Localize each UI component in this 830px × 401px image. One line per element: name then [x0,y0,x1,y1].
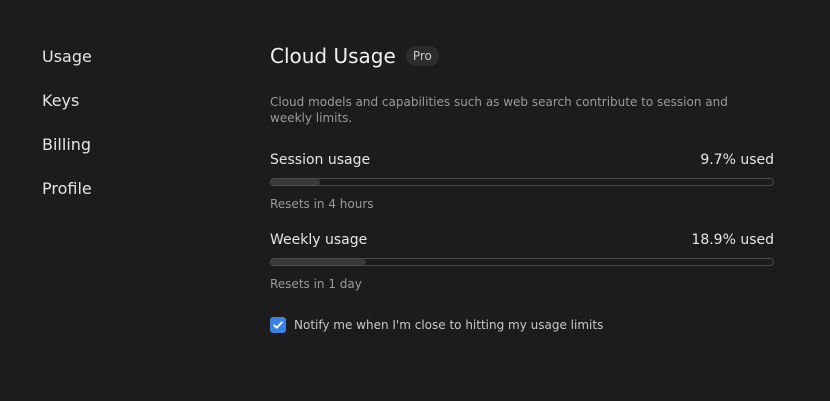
sidebar-item-keys[interactable]: Keys [42,91,79,111]
sidebar-item-usage[interactable]: Usage [42,47,92,67]
weekly-usage-section: Weekly usage 18.9% used Resets in 1 day [270,230,774,291]
session-progress-bar [270,178,774,186]
notify-checkbox[interactable] [270,317,286,333]
weekly-usage-label: Weekly usage [270,232,368,248]
session-usage-section: Session usage 9.7% used Resets in 4 hour… [270,150,774,211]
settings-window: Usage Keys Billing Profile Cloud Usage P… [0,0,830,401]
title-row: Cloud Usage Pro [270,44,439,68]
plan-badge: Pro [405,46,439,66]
weekly-progress-bar [270,258,774,266]
session-usage-label: Session usage [270,152,371,168]
weekly-usage-header: Weekly usage 18.9% used [270,230,774,250]
page-title: Cloud Usage [270,44,396,68]
sidebar: Usage Keys Billing Profile [0,0,230,401]
usage-description: Cloud models and capabilities such as we… [270,95,728,125]
sidebar-item-billing[interactable]: Billing [42,135,91,155]
notify-option: Notify me when I'm close to hitting my u… [270,317,603,333]
session-reset-text: Resets in 4 hours [270,197,374,211]
session-progress-fill [271,179,320,185]
session-usage-header: Session usage 9.7% used [270,150,774,170]
notify-label[interactable]: Notify me when I'm close to hitting my u… [294,318,603,332]
weekly-reset-text: Resets in 1 day [270,277,362,291]
weekly-progress-fill [271,259,366,265]
checkmark-icon [273,321,283,329]
weekly-usage-value: 18.9% used [691,232,774,248]
session-usage-value: 9.7% used [700,152,774,168]
main-content: Cloud Usage Pro Cloud models and capabil… [270,0,774,401]
sidebar-item-profile[interactable]: Profile [42,179,92,199]
